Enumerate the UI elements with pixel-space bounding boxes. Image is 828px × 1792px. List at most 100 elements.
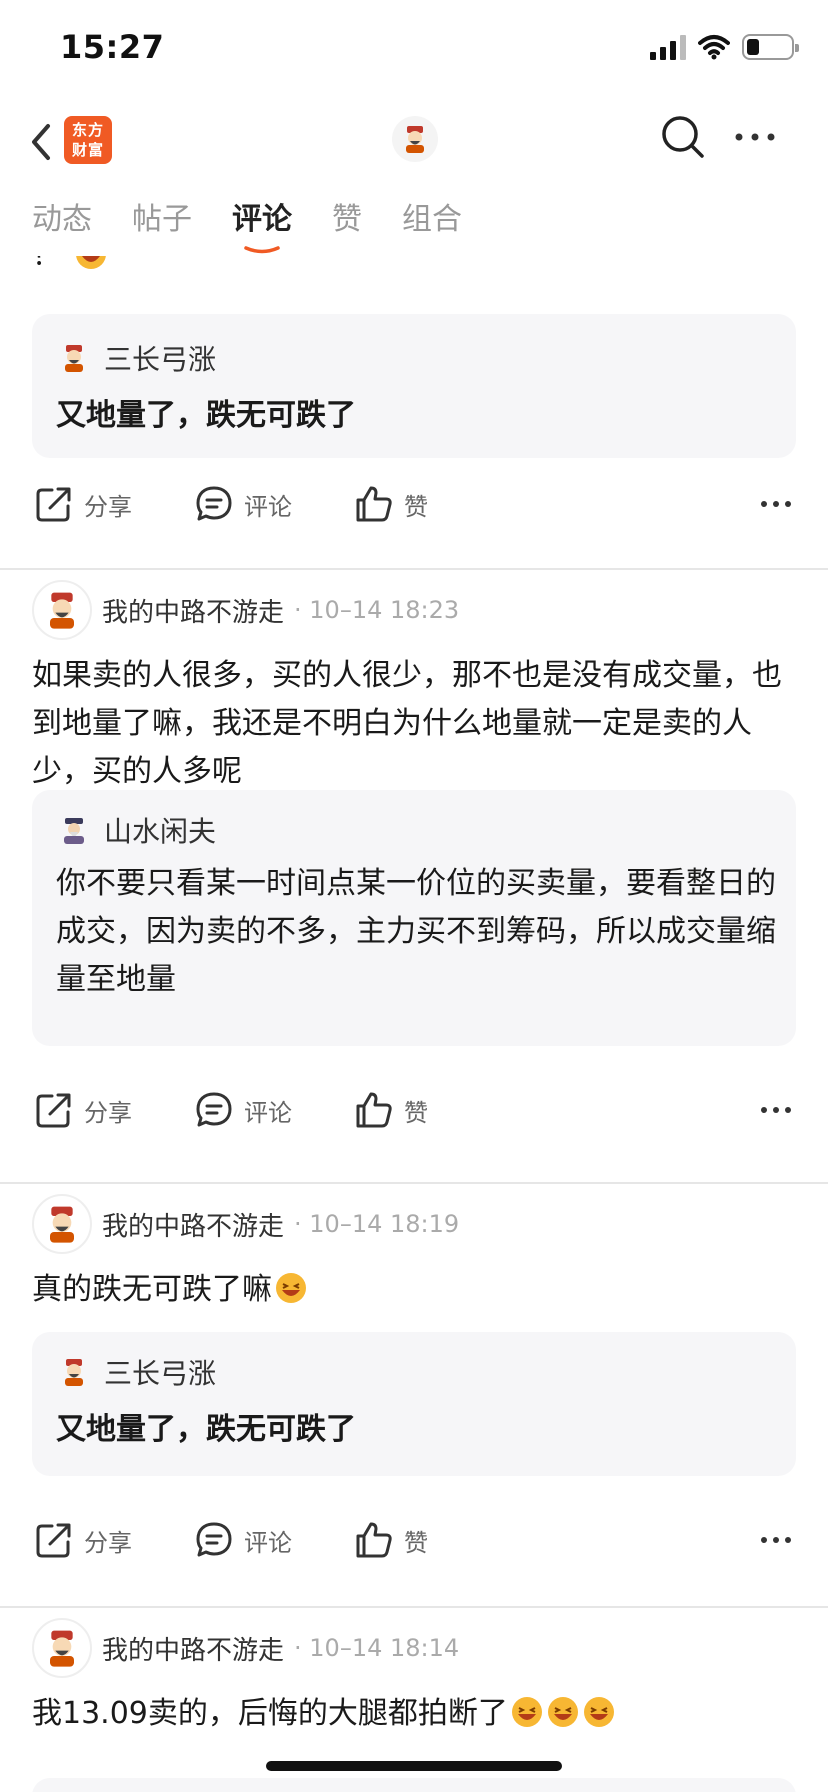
post-text: 真的跌无可跌了嘛 bbox=[32, 1272, 272, 1307]
battery-icon bbox=[742, 34, 799, 60]
quote-author-row: 山水闲夫 bbox=[56, 810, 216, 850]
author-name[interactable]: 我的中路不游走 bbox=[102, 592, 284, 629]
home-indicator bbox=[266, 1761, 562, 1771]
tab-comments[interactable]: 评论 bbox=[232, 196, 292, 252]
comment-card: 我的中路不游走 · 10–14 18:19 真的跌无可跌了嘛 三长弓涨 又地量了… bbox=[0, 1184, 828, 1606]
god-of-wealth-icon bbox=[406, 126, 424, 153]
comment-icon bbox=[196, 1092, 232, 1127]
quote-avatar[interactable] bbox=[56, 812, 92, 848]
quote-text: 又地量了，跌无可跌了 bbox=[56, 1412, 356, 1447]
quote-author-name[interactable]: 三长弓涨 bbox=[104, 1352, 216, 1392]
like-label: 赞 bbox=[404, 492, 428, 521]
quoted-comment[interactable]: 三长弓涨 又地量了，跌无可跌了 bbox=[32, 314, 796, 458]
comment-label: 评论 bbox=[244, 492, 292, 521]
profile-avatar[interactable] bbox=[392, 116, 438, 162]
action-bar: 分享 评论 赞 bbox=[0, 1080, 828, 1140]
share-icon bbox=[36, 487, 71, 522]
comment-card: ？ 三长弓涨 又地量了，跌无可跌了 分享 评论 赞 bbox=[0, 256, 828, 568]
laughing-emoji-icon bbox=[511, 1697, 542, 1727]
quoted-comment[interactable]: 三长弓涨 又地量了，跌无可跌了 bbox=[32, 1332, 796, 1476]
author-row: 我的中路不游走 · 10–14 18:14 bbox=[32, 1618, 459, 1678]
comment-button[interactable]: 评论 bbox=[194, 1080, 292, 1140]
god-of-wealth-icon bbox=[50, 1206, 74, 1243]
post-text-row: 真的跌无可跌了嘛 bbox=[32, 1266, 798, 1314]
comment-button[interactable]: 评论 bbox=[194, 1510, 292, 1570]
quote-avatar[interactable] bbox=[56, 340, 92, 376]
brand-logo-line1: 东方 bbox=[71, 121, 104, 139]
more-options-icon[interactable] bbox=[756, 484, 796, 524]
sage-avatar-icon bbox=[64, 818, 84, 844]
share-button[interactable]: 分享 bbox=[34, 1510, 132, 1570]
laughing-emoji-icon bbox=[547, 1697, 578, 1727]
comment-icon bbox=[196, 486, 232, 521]
like-button[interactable]: 赞 bbox=[354, 474, 428, 534]
comment-label: 评论 bbox=[244, 1528, 292, 1557]
more-options-icon[interactable] bbox=[756, 1090, 796, 1130]
quoted-comment[interactable] bbox=[32, 1778, 796, 1792]
post-text: 如果卖的人很多，买的人很少，那不也是没有成交量，也到地量了嘛，我还是不明白为什么… bbox=[32, 658, 782, 789]
share-button[interactable]: 分享 bbox=[34, 474, 132, 534]
tab-dynamic[interactable]: 动态 bbox=[32, 196, 92, 252]
brand-logo-line2: 财富 bbox=[71, 141, 104, 159]
quote-text: 你不要只看某一时间点某一价位的买卖量，要看整日的成交，因为卖的不多，主力买不到筹… bbox=[56, 866, 776, 997]
share-button[interactable]: 分享 bbox=[34, 1080, 132, 1140]
share-label: 分享 bbox=[84, 492, 132, 521]
status-icons bbox=[650, 34, 799, 60]
comment-feed: ？ 三长弓涨 又地量了，跌无可跌了 分享 评论 赞 bbox=[0, 256, 828, 1792]
status-time: 15:27 bbox=[60, 28, 165, 66]
signal-icon bbox=[650, 34, 686, 60]
author-row: 我的中路不游走 · 10–14 18:19 bbox=[32, 1194, 459, 1254]
tab-posts[interactable]: 帖子 bbox=[132, 196, 192, 252]
like-button[interactable]: 赞 bbox=[354, 1510, 428, 1570]
thumbs-up-icon bbox=[356, 486, 392, 522]
god-of-wealth-icon bbox=[50, 592, 74, 629]
post-text: ？ bbox=[32, 256, 62, 273]
tab-likes[interactable]: 赞 bbox=[332, 196, 362, 252]
nav-bar: 东方 财富 bbox=[0, 100, 828, 184]
back-icon[interactable] bbox=[26, 120, 56, 164]
share-icon bbox=[36, 1093, 71, 1128]
quote-author-name[interactable]: 山水闲夫 bbox=[104, 810, 216, 850]
quote-text: 又地量了，跌无可跌了 bbox=[56, 398, 356, 433]
share-label: 分享 bbox=[84, 1528, 132, 1557]
wifi-icon bbox=[698, 35, 730, 60]
post-time: · 10–14 18:23 bbox=[294, 596, 460, 624]
author-avatar[interactable] bbox=[32, 1194, 92, 1254]
status-bar: 15:27 bbox=[0, 0, 828, 100]
brand-logo[interactable]: 东方 财富 bbox=[64, 116, 112, 164]
laughing-emoji-icon bbox=[276, 1273, 306, 1303]
quote-author-name[interactable]: 三长弓涨 bbox=[104, 338, 216, 378]
comment-label: 评论 bbox=[244, 1098, 292, 1127]
quoted-comment[interactable]: 山水闲夫 你不要只看某一时间点某一价位的买卖量，要看整日的成交，因为卖的不多，主… bbox=[32, 790, 796, 1046]
comment-icon bbox=[196, 1522, 232, 1557]
profile-tabs: 动态 帖子 评论 赞 组合 bbox=[0, 196, 828, 260]
god-of-wealth-icon bbox=[65, 1359, 83, 1386]
tab-portfolios[interactable]: 组合 bbox=[402, 196, 462, 252]
author-row: 我的中路不游走 · 10–14 18:23 bbox=[32, 580, 459, 640]
comment-button[interactable]: 评论 bbox=[194, 474, 292, 534]
author-avatar[interactable] bbox=[32, 580, 92, 640]
quote-author-row: 三长弓涨 bbox=[56, 338, 216, 378]
like-label: 赞 bbox=[404, 1098, 428, 1127]
more-icon[interactable] bbox=[732, 122, 778, 152]
laughing-emoji-icon bbox=[75, 256, 106, 269]
author-name[interactable]: 我的中路不游走 bbox=[102, 1206, 284, 1243]
author-name[interactable]: 我的中路不游走 bbox=[102, 1630, 284, 1667]
post-text-fragment: ？ bbox=[32, 256, 798, 280]
post-text-row: 我13.09卖的，后悔的大腿都拍断了 bbox=[32, 1690, 798, 1738]
author-avatar[interactable] bbox=[32, 1618, 92, 1678]
laughing-emoji-icon bbox=[583, 1697, 614, 1727]
god-of-wealth-icon bbox=[65, 345, 83, 372]
action-bar: 分享 评论 赞 bbox=[0, 474, 828, 534]
quote-author-row: 三长弓涨 bbox=[56, 1352, 216, 1392]
more-options-icon[interactable] bbox=[756, 1520, 796, 1560]
thumbs-up-icon bbox=[356, 1522, 392, 1558]
action-bar: 分享 评论 赞 bbox=[0, 1510, 828, 1570]
search-icon[interactable] bbox=[660, 114, 706, 160]
god-of-wealth-icon bbox=[50, 1630, 74, 1667]
thumbs-up-icon bbox=[356, 1092, 392, 1128]
share-icon bbox=[36, 1523, 71, 1558]
post-time: · 10–14 18:19 bbox=[294, 1210, 460, 1238]
quote-avatar[interactable] bbox=[56, 1354, 92, 1390]
like-button[interactable]: 赞 bbox=[354, 1080, 428, 1140]
